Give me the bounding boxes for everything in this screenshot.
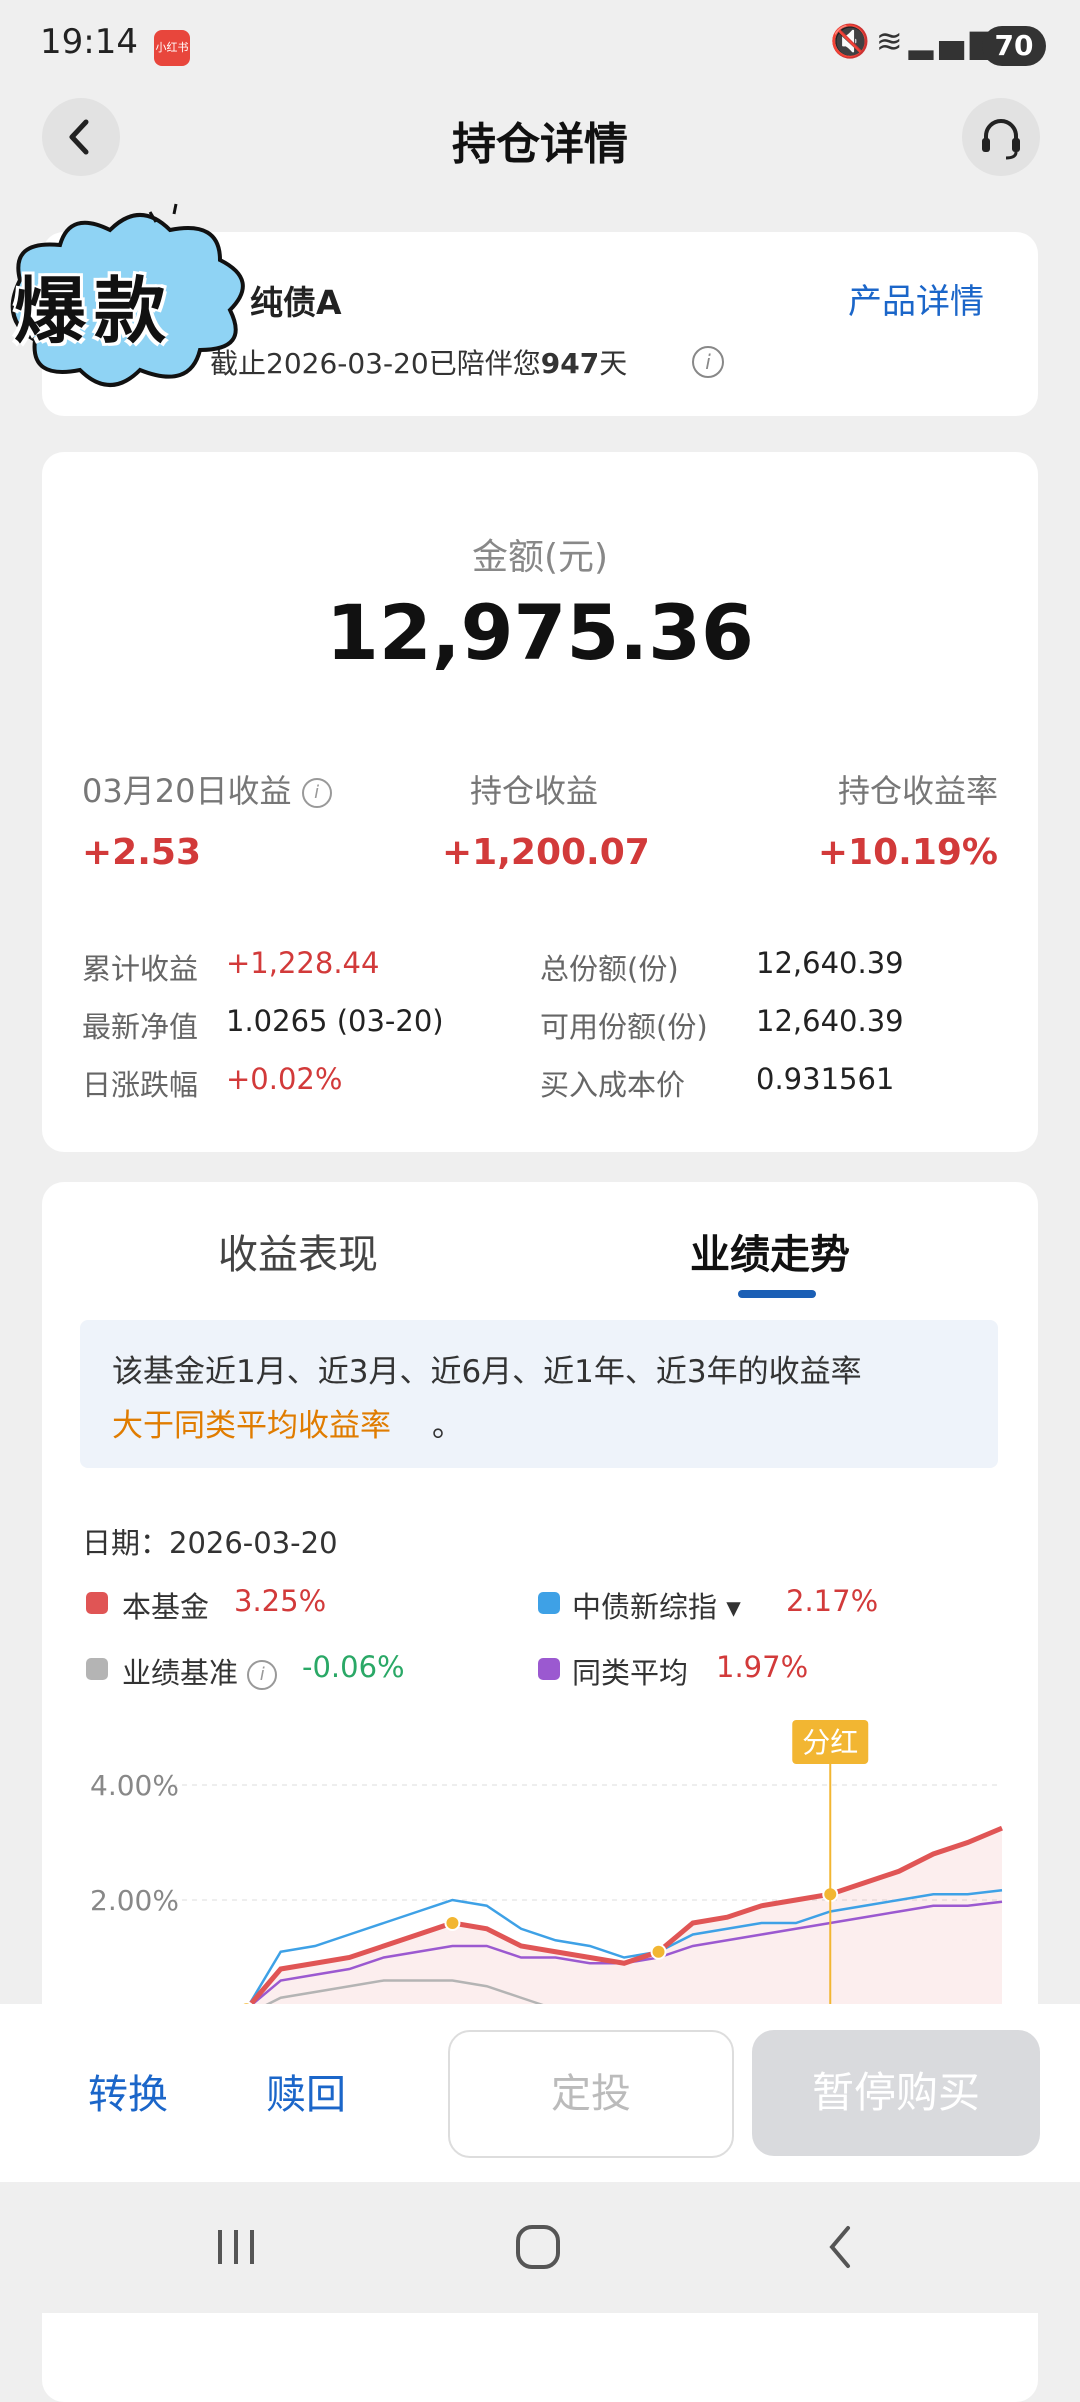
legend-swatch-fund — [86, 1592, 108, 1614]
legend-swatch-peer-avg — [538, 1658, 560, 1680]
mute-icon: 🔇 — [830, 22, 876, 60]
dividend-tag-label: 分红 — [802, 1726, 858, 1759]
available-shares-value: 12,640.39 — [756, 1004, 904, 1038]
product-name: 纯债A — [250, 283, 342, 322]
customer-service-button[interactable] — [962, 98, 1040, 176]
event-marker[interactable] — [444, 1915, 461, 1931]
cost-price-value: 0.931561 — [756, 1062, 895, 1096]
holding-duration: 截止2026-03-20已陪伴您947天 — [210, 342, 627, 382]
tab-trend[interactable]: 业绩走势 — [690, 1222, 850, 1280]
notice-tail: 。 — [432, 1408, 463, 1444]
legend-swatch-benchmark — [86, 1658, 108, 1680]
app-notification-icon: 小红书 — [154, 30, 190, 66]
legend-value-fund: 3.25% — [234, 1584, 327, 1618]
cost-price-label: 买入成本价 — [540, 1068, 686, 1102]
info-icon[interactable]: i — [692, 346, 724, 378]
system-nav-bar — [0, 2182, 1080, 2313]
notice-box — [80, 1320, 998, 1468]
cumulative-income-value: +1,228.44 — [226, 946, 380, 980]
daily-change-label: 日涨跌幅 — [82, 1068, 199, 1102]
wifi-icon: ≋ — [875, 22, 909, 60]
pause-buy-button[interactable]: 暂停购买 — [752, 2030, 1040, 2156]
page-title: 持仓详情 — [452, 119, 628, 170]
y-tick-label: 2.00% — [90, 1884, 179, 1917]
info-icon[interactable]: i — [301, 778, 332, 808]
legend-name-benchmark: 业绩基准 i — [122, 1650, 278, 1692]
legend-name-peer-avg: 同类平均 — [572, 1656, 689, 1690]
legend-value-benchmark: -0.06% — [302, 1650, 405, 1684]
amount-value: 12,975.36 — [326, 588, 754, 677]
status-icons: 🔇≋▂▄▆ — [830, 22, 1000, 60]
fixed-invest-button[interactable]: 定投 — [448, 2030, 734, 2158]
status-time: 19:14 — [40, 22, 138, 62]
holding-rate-label: 持仓收益率 — [837, 772, 998, 810]
cumulative-income-label: 累计收益 — [82, 952, 199, 986]
latest-nav-value: 1.0265 (03-20) — [226, 1004, 444, 1038]
performance-chart[interactable]: 4.00%2.00%0.00%分红 — [42, 1720, 1038, 2010]
legend-name-bond-index[interactable]: 中债新综指 ▾ — [572, 1584, 741, 1626]
holding-income-label: 持仓收益 — [470, 772, 599, 810]
y-tick-label: 4.00% — [90, 1769, 179, 1802]
legend-swatch-bond-index — [538, 1592, 560, 1614]
holding-rate-value: +10.19% — [817, 832, 998, 873]
home-icon[interactable] — [508, 2222, 568, 2272]
tab-returns[interactable]: 收益表现 — [218, 1222, 378, 1280]
fund-area — [241, 1828, 1002, 2010]
since-days: 947 — [540, 347, 600, 380]
since-suffix: 天 — [599, 347, 628, 380]
chart-date: 日期：2026-03-20 — [82, 1526, 338, 1560]
legend-name-fund: 本基金 — [122, 1590, 210, 1624]
battery-indicator: 70 — [982, 26, 1046, 66]
burst-sticker-text: 爆款 — [14, 269, 175, 353]
amount-label: 金额(元) — [471, 537, 609, 578]
info-icon[interactable]: i — [247, 1660, 278, 1690]
redeem-button[interactable]: 赎回 — [266, 2062, 346, 2120]
latest-nav-label: 最新净值 — [82, 1010, 199, 1044]
total-shares-value: 12,640.39 — [756, 946, 904, 980]
legend-value-bond-index: 2.17% — [786, 1584, 879, 1618]
recent-apps-icon[interactable] — [206, 2222, 266, 2272]
back-nav-icon[interactable] — [812, 2222, 872, 2272]
available-shares-label: 可用份额(份) — [540, 1010, 708, 1044]
convert-button[interactable]: 转换 — [88, 2062, 168, 2120]
event-marker[interactable] — [650, 1943, 667, 1960]
notice-text: 该基金近1月、近3月、近6月、近1年、近3年的收益率 — [112, 1354, 862, 1390]
active-tab-indicator — [738, 1290, 816, 1298]
product-detail-link[interactable]: 产品详情 — [848, 274, 984, 323]
legend-value-peer-avg: 1.97% — [716, 1650, 809, 1684]
daily-income-label: 03月20日收益 i — [82, 766, 332, 812]
notice-highlight: 大于同类平均收益率 — [112, 1408, 391, 1444]
headset-icon — [982, 119, 1020, 160]
daily-change-value: +0.02% — [226, 1062, 343, 1096]
holding-income-value: +1,200.07 — [442, 832, 650, 873]
daily-income-value: +2.53 — [82, 832, 201, 873]
total-shares-label: 总份额(份) — [540, 952, 679, 986]
